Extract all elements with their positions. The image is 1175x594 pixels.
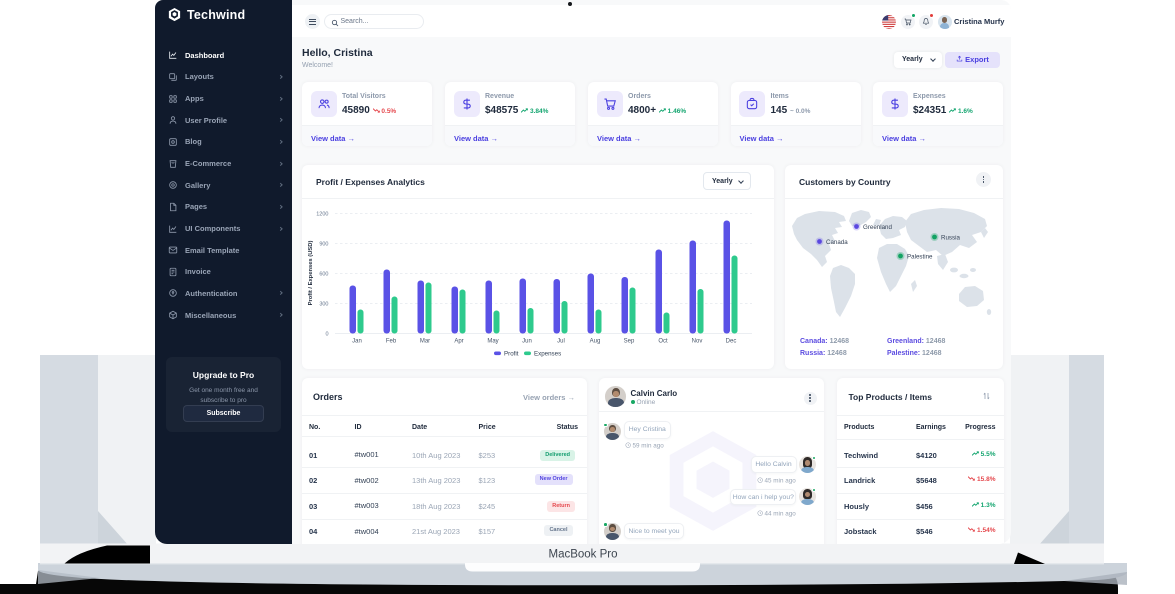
svg-text:Palestine: Palestine — [907, 254, 933, 261]
svg-text:Apr: Apr — [454, 339, 463, 345]
svg-text:May: May — [487, 339, 498, 345]
svg-text:Profit: Profit — [504, 351, 519, 358]
svg-text:Greenland: Greenland — [863, 224, 892, 231]
svg-text:MacBook Pro: MacBook Pro — [548, 549, 617, 561]
svg-text:Oct: Oct — [658, 339, 668, 345]
svg-text:Jul: Jul — [557, 339, 565, 345]
svg-text:Nov: Nov — [692, 339, 703, 345]
svg-text:Dec: Dec — [726, 339, 737, 345]
svg-text:Feb: Feb — [386, 339, 397, 345]
svg-text:Profit / Expenses (USD): Profit / Expenses (USD) — [308, 241, 314, 306]
svg-text:0: 0 — [325, 332, 328, 338]
svg-text:Canada: Canada — [826, 239, 848, 246]
svg-text:Jan: Jan — [352, 339, 362, 345]
svg-text:900: 900 — [319, 242, 328, 248]
svg-text:300: 300 — [319, 302, 328, 308]
svg-text:Expenses: Expenses — [534, 351, 561, 358]
svg-text:Russia: Russia — [941, 235, 960, 242]
svg-text:Aug: Aug — [590, 339, 601, 345]
svg-text:Mar: Mar — [420, 339, 430, 345]
svg-text:1200: 1200 — [316, 212, 328, 218]
svg-text:600: 600 — [319, 272, 328, 278]
svg-text:Jun: Jun — [522, 339, 532, 345]
svg-text:Sep: Sep — [624, 339, 635, 345]
